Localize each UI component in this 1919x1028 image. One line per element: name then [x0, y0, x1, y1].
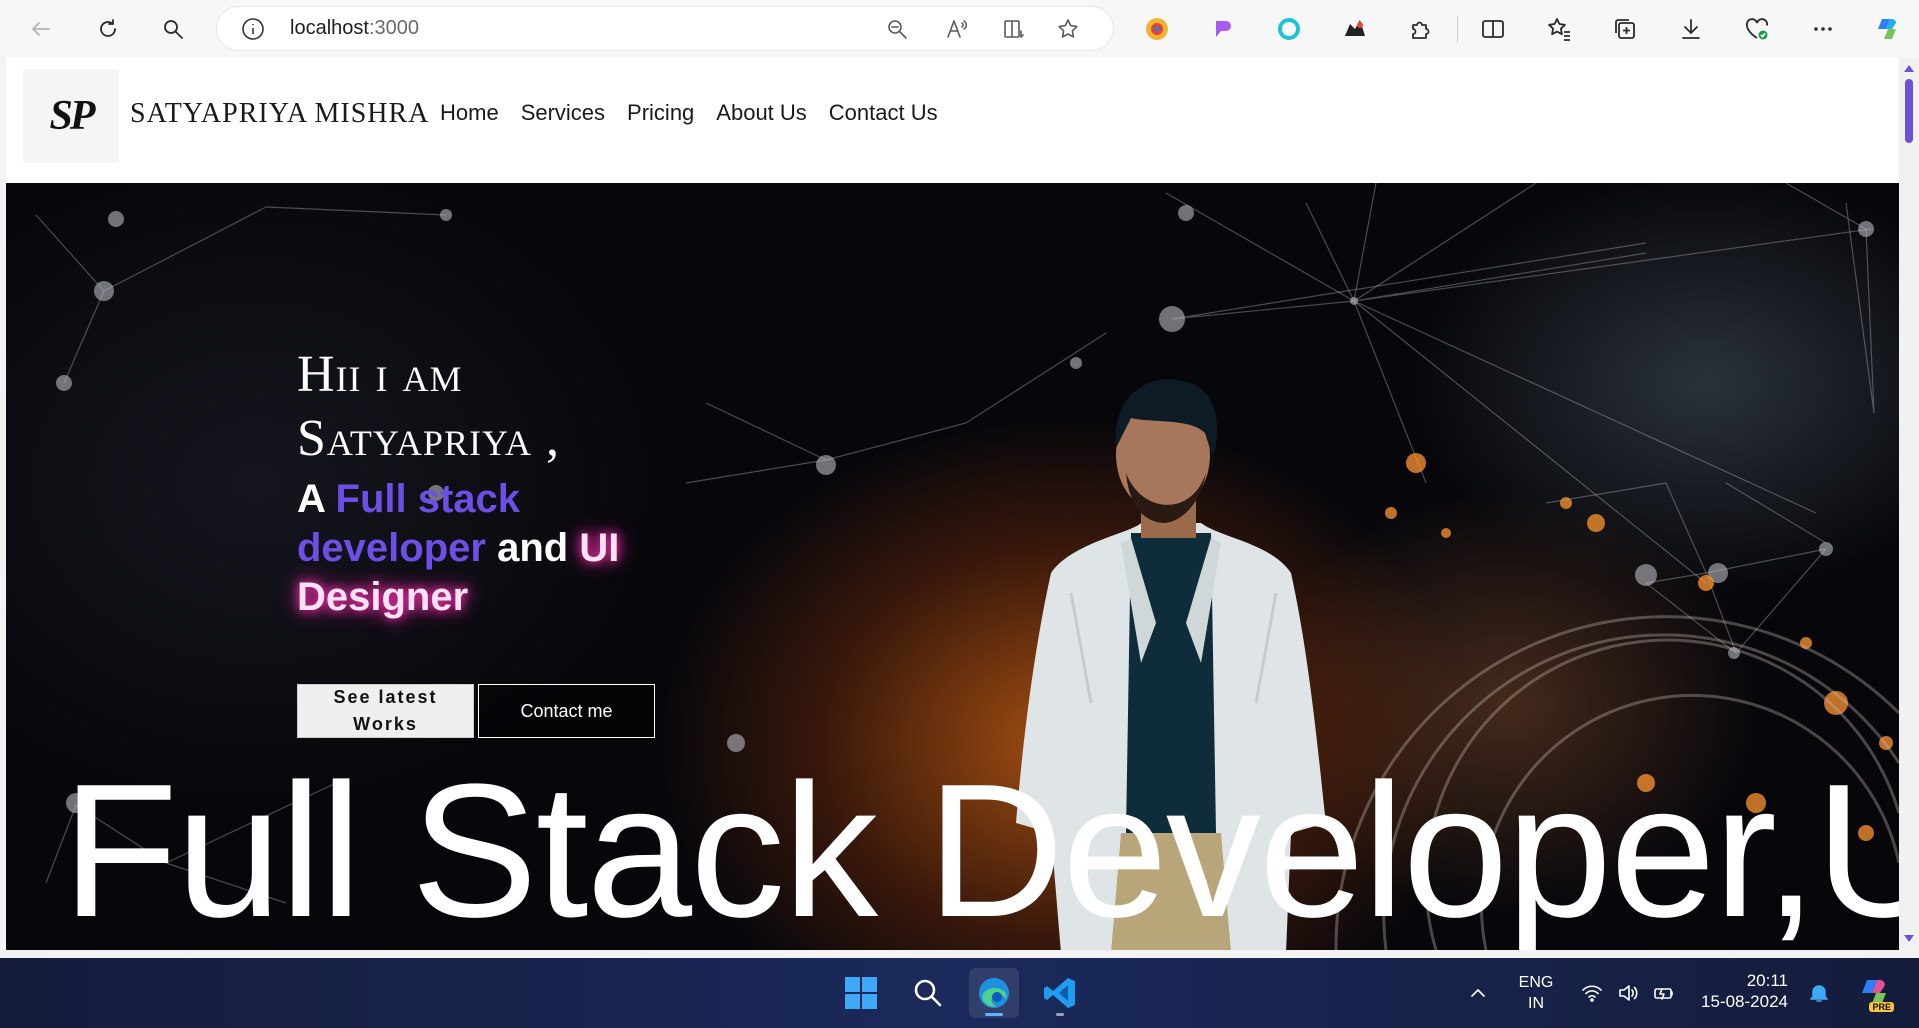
- notification-bell-icon[interactable]: [1806, 980, 1832, 1006]
- edge-browser-icon: [979, 978, 1009, 1008]
- nav-home[interactable]: Home: [440, 100, 499, 126]
- nav-contact-us[interactable]: Contact Us: [829, 100, 938, 126]
- page-scrollbar[interactable]: [1899, 57, 1919, 950]
- copilot-icon[interactable]: [1872, 14, 1902, 44]
- extension-dark-icon[interactable]: [1340, 14, 1370, 44]
- contact-me-button[interactable]: Contact me: [478, 684, 655, 738]
- start-button[interactable]: [836, 968, 886, 1018]
- nav-pricing[interactable]: Pricing: [627, 100, 694, 126]
- nav-services[interactable]: Services: [521, 100, 605, 126]
- search-icon: [914, 979, 942, 1007]
- site-name: SATYAPRIYA MISHRA: [130, 98, 430, 129]
- favorite-star-icon[interactable]: [1054, 15, 1082, 43]
- extension-purple-icon[interactable]: [1208, 14, 1238, 44]
- search-icon: [164, 20, 183, 39]
- taskbar-search-button[interactable]: [903, 968, 953, 1018]
- refresh-icon: [100, 19, 116, 37]
- wifi-icon[interactable]: [1579, 980, 1605, 1006]
- logo-text: SP: [49, 93, 95, 139]
- extension-colorful-icon[interactable]: [1142, 14, 1172, 44]
- hero-sub-a: A: [297, 477, 336, 521]
- back-button[interactable]: [22, 10, 60, 48]
- hero-marquee-text: Full Stack Developer,UI: [62, 745, 1899, 950]
- hero-subtitle: A Full stack developer and UI Designer: [297, 475, 657, 622]
- more-options-icon[interactable]: [1808, 14, 1838, 44]
- address-bar[interactable]: localhost:3000: [216, 6, 1114, 51]
- scroll-thumb[interactable]: [1905, 79, 1913, 143]
- nav-links: Home Services Pricing About Us Contact U…: [440, 100, 938, 126]
- language-line1: ENG: [1518, 974, 1554, 991]
- browser-toolbar: localhost:3000: [0, 0, 1919, 57]
- clock[interactable]: 20:11 15-08-2024: [1692, 970, 1788, 1012]
- open-app-indicator: [1056, 1013, 1064, 1016]
- see-latest-works-button[interactable]: See latest Works: [297, 684, 474, 738]
- toolbar-divider: [1457, 16, 1458, 42]
- arrow-left-icon: [32, 22, 50, 36]
- hero-sub-and: and: [485, 526, 580, 570]
- nav-about-us[interactable]: About Us: [716, 100, 807, 126]
- split-screen-icon[interactable]: [1478, 14, 1508, 44]
- read-aloud-icon[interactable]: [943, 15, 971, 43]
- windows-taskbar: ENG IN 20:11 15-08-2024 PRE: [0, 958, 1919, 1028]
- taskbar-edge-button[interactable]: [969, 968, 1019, 1018]
- refresh-button[interactable]: [89, 10, 127, 48]
- collections-icon[interactable]: [1610, 14, 1640, 44]
- clock-date: 15-08-2024: [1701, 992, 1788, 1011]
- url-port: :3000: [368, 17, 419, 39]
- language-indicator[interactable]: ENG IN: [1510, 972, 1562, 1014]
- vscode-icon: [1044, 978, 1075, 1008]
- taskbar-copilot-button[interactable]: PRE: [1852, 968, 1896, 1018]
- hero-title-line2: Satyapriya ,: [297, 410, 560, 467]
- copilot-pre-badge: PRE: [1869, 1002, 1894, 1012]
- hero-section: Hii i am Satyapriya , A Full stack devel…: [6, 183, 1899, 950]
- clock-time: 20:11: [1746, 971, 1788, 990]
- site-navbar: SP SATYAPRIYA MISHRA Home Services Prici…: [6, 57, 1899, 183]
- browser-essentials-icon[interactable]: [1742, 14, 1772, 44]
- extension-teal-icon[interactable]: [1274, 14, 1304, 44]
- battery-icon[interactable]: [1651, 980, 1677, 1006]
- favorites-icon[interactable]: [1544, 14, 1574, 44]
- url-text[interactable]: localhost:3000: [290, 17, 419, 40]
- active-app-indicator: [985, 1013, 1003, 1016]
- site-logo[interactable]: SP: [23, 69, 119, 163]
- scroll-down-arrow-icon[interactable]: [1904, 935, 1914, 942]
- language-line2: IN: [1528, 995, 1544, 1012]
- show-hidden-icons-chevron-icon[interactable]: [1465, 980, 1491, 1006]
- url-host: localhost: [290, 17, 369, 39]
- scroll-up-arrow-icon[interactable]: [1904, 65, 1914, 72]
- extensions-puzzle-icon[interactable]: [1406, 14, 1436, 44]
- hero-title: Hii i am Satyapriya ,: [297, 343, 560, 471]
- hero-title-line1: Hii i am: [297, 346, 463, 403]
- downloads-icon[interactable]: [1676, 14, 1706, 44]
- zoom-out-icon[interactable]: [883, 15, 911, 43]
- immersive-reader-icon[interactable]: [1000, 15, 1028, 43]
- search-button[interactable]: [154, 10, 192, 48]
- page-viewport: SP SATYAPRIYA MISHRA Home Services Prici…: [6, 57, 1899, 950]
- taskbar-vscode-button[interactable]: [1035, 968, 1085, 1018]
- site-info-icon[interactable]: [240, 16, 266, 42]
- volume-icon[interactable]: [1615, 980, 1641, 1006]
- windows-logo-icon: [845, 977, 877, 1009]
